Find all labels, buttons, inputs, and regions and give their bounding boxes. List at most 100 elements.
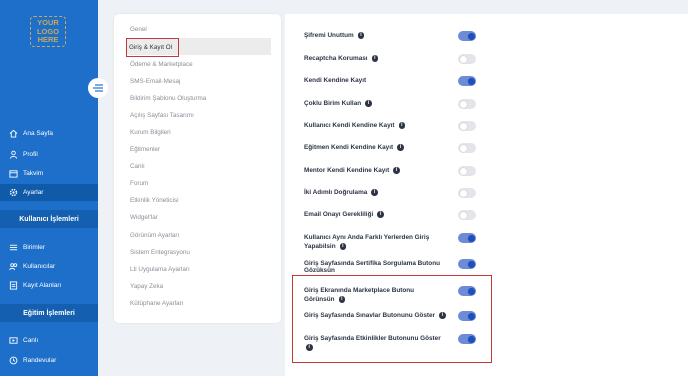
sidebar-item-label: Profil	[23, 151, 38, 158]
menu-toggle-button[interactable]	[88, 78, 108, 98]
home-icon	[9, 129, 18, 138]
menu-item-kurum[interactable]: Kurum Bilgileri	[130, 129, 171, 136]
setting-label: Recaptcha Koruması i	[304, 54, 379, 63]
toggle-knob	[467, 234, 475, 242]
menu-item-odeme[interactable]: Ödeme & Marketplace	[130, 61, 193, 68]
info-icon[interactable]: i	[357, 32, 365, 39]
toggle-egitmen-kayit[interactable]	[458, 143, 476, 153]
sidebar-item-takvim[interactable]: Takvim	[0, 165, 98, 182]
setting-text: Giriş Sayfasında Sertifika Sorgulama But…	[304, 260, 441, 267]
toggle-mentor-kayit[interactable]	[458, 166, 476, 176]
menu-item-kutuphane[interactable]: Kütüphane Ayarları	[130, 300, 183, 307]
info-icon[interactable]: i	[365, 100, 372, 107]
setting-text: Kullanıcı Kendi Kendine Kayıt	[304, 122, 395, 129]
menu-item-lti[interactable]: Lti Uygulama Ayarları	[130, 266, 190, 273]
toggle-email-onayi[interactable]	[458, 210, 476, 220]
hamburger-icon	[93, 79, 103, 97]
setting-label: Email Onayı Gerekliliği i	[304, 210, 384, 219]
appointment-icon	[9, 356, 18, 365]
toggle-sifremi-unuttum[interactable]	[458, 31, 476, 41]
menu-item-genel[interactable]: Genel	[130, 26, 147, 33]
menu-item-bildirim[interactable]: Bildirim Şablonu Oluşturma	[130, 95, 206, 102]
menu-item-etkinlik[interactable]: Etkinlik Yöneticisi	[130, 197, 179, 204]
sidebar-item-label: Randevular	[23, 357, 57, 364]
toggle-knob	[459, 144, 467, 152]
setting-text: Kendi Kendine Kayıt	[304, 77, 367, 84]
info-icon[interactable]: i	[371, 55, 379, 62]
sidebar-item-randevular[interactable]: Randevular	[0, 352, 98, 369]
sidebar: YOUR LOGO HERE Ana Sayfa Profil Takvim A…	[0, 0, 98, 376]
info-icon[interactable]: i	[377, 211, 384, 218]
live-icon	[9, 336, 18, 345]
sidebar-item-canli[interactable]: Canlı	[0, 332, 98, 349]
setting-text: Çoklu Birim Kullan	[304, 100, 362, 107]
users-icon	[9, 262, 18, 271]
sidebar-item-label: Ayarlar	[23, 189, 44, 196]
setting-label: Mentor Kendi Kendine Kayıt i	[304, 166, 400, 175]
setting-text: Yapabilsin	[304, 243, 336, 250]
section-kullanici-islemleri: Kullanıcı İşlemleri	[0, 210, 98, 228]
toggle-knob	[459, 189, 467, 197]
setting-label: Eğitmen Kendi Kendine Kayıt i	[304, 143, 404, 152]
gear-icon	[9, 188, 18, 197]
toggle-sertifika-sorgulama[interactable]	[458, 259, 476, 269]
toggle-knob	[467, 77, 475, 85]
sidebar-item-kayit-alanlari[interactable]: Kayıt Alanları	[0, 277, 98, 294]
setting-text: Email Onayı Gerekliliği	[304, 211, 374, 218]
toggle-kullanici-kayit[interactable]	[458, 121, 476, 131]
toggle-recaptcha[interactable]	[458, 54, 476, 64]
setting-label: Çoklu Birim Kullan i	[304, 99, 372, 108]
toggle-iki-adimli[interactable]	[458, 188, 476, 198]
sidebar-item-label: Kayıt Alanları	[23, 282, 62, 289]
sidebar-item-label: Kullanıcılar	[23, 263, 56, 270]
list-icon	[9, 243, 18, 252]
section-egitim-islemleri: Eğitim İşlemleri	[0, 304, 98, 322]
menu-item-gorunum[interactable]: Görünüm Ayarları	[130, 232, 179, 239]
info-icon[interactable]: i	[371, 189, 378, 196]
toggle-knob	[459, 55, 467, 63]
setting-text: Recaptcha Koruması	[304, 55, 368, 62]
setting-text: Eğitmen Kendi Kendine Kayıt	[304, 144, 394, 151]
setting-label: Kendi Kendine Kayıt	[304, 76, 366, 85]
menu-item-widgets[interactable]: Widget'lar	[130, 214, 158, 221]
info-icon[interactable]: i	[393, 167, 400, 174]
sidebar-item-profil[interactable]: Profil	[0, 146, 98, 163]
settings-menu: Genel Giriş & Kayıt Ol Ödeme & Marketpla…	[114, 14, 281, 323]
sidebar-item-ana-sayfa[interactable]: Ana Sayfa	[0, 125, 98, 142]
setting-text: Kullanıcı Aynı Anda Farklı Yerlerden Gir…	[304, 234, 430, 241]
menu-item-forum[interactable]: Forum	[130, 180, 148, 187]
sidebar-item-kullanicilar[interactable]: Kullanıcılar	[0, 258, 98, 275]
sidebar-item-birimler[interactable]: Birimler	[0, 239, 98, 256]
info-icon[interactable]: i	[339, 243, 347, 250]
toggle-knob	[459, 211, 467, 219]
toggle-knob	[459, 122, 467, 130]
info-icon[interactable]: i	[398, 122, 406, 129]
toggle-knob	[459, 167, 467, 175]
menu-item-canli[interactable]: Canlı	[130, 163, 145, 170]
toggle-knob	[459, 100, 467, 108]
setting-label: Şifremi Unuttum i	[304, 31, 365, 40]
menu-item-acilis[interactable]: Açılış Sayfası Tasarımı	[130, 112, 194, 119]
menu-item-giris-kayit[interactable]: Giriş & Kayıt Ol	[129, 44, 172, 51]
menu-item-yapay-zeka[interactable]: Yapay Zeka	[130, 283, 163, 290]
toggle-knob	[467, 260, 475, 268]
setting-text: Mentor Kendi Kendine Kayıt	[304, 167, 390, 174]
toggle-kendi-kendine-kayit[interactable]	[458, 76, 476, 86]
highlight-box	[292, 275, 492, 363]
logo: YOUR LOGO HERE	[30, 16, 66, 47]
sidebar-item-label: Ana Sayfa	[23, 130, 53, 137]
logo-line: HERE	[37, 35, 59, 44]
toggle-farkli-yerlerden-giris[interactable]	[458, 233, 476, 243]
toggle-coklu-birim[interactable]	[458, 99, 476, 109]
sidebar-item-ayarlar[interactable]: Ayarlar	[0, 184, 98, 201]
setting-text: Gözüksün	[304, 267, 335, 274]
menu-item-egitmenler[interactable]: Eğitmenler	[130, 146, 160, 153]
setting-label: Kullanıcı Aynı Anda Farklı Yerlerden Gir…	[304, 233, 429, 251]
info-icon[interactable]: i	[397, 144, 404, 151]
setting-label: İki Adımlı Doğrulama i	[304, 188, 378, 197]
toggle-knob	[467, 32, 475, 40]
menu-item-sms[interactable]: SMS-Email-Mesaj	[130, 78, 180, 85]
menu-item-sistem[interactable]: Sistem Entegrasyonu	[130, 249, 190, 256]
sidebar-item-label: Takvim	[23, 170, 44, 177]
calendar-icon	[9, 169, 18, 178]
